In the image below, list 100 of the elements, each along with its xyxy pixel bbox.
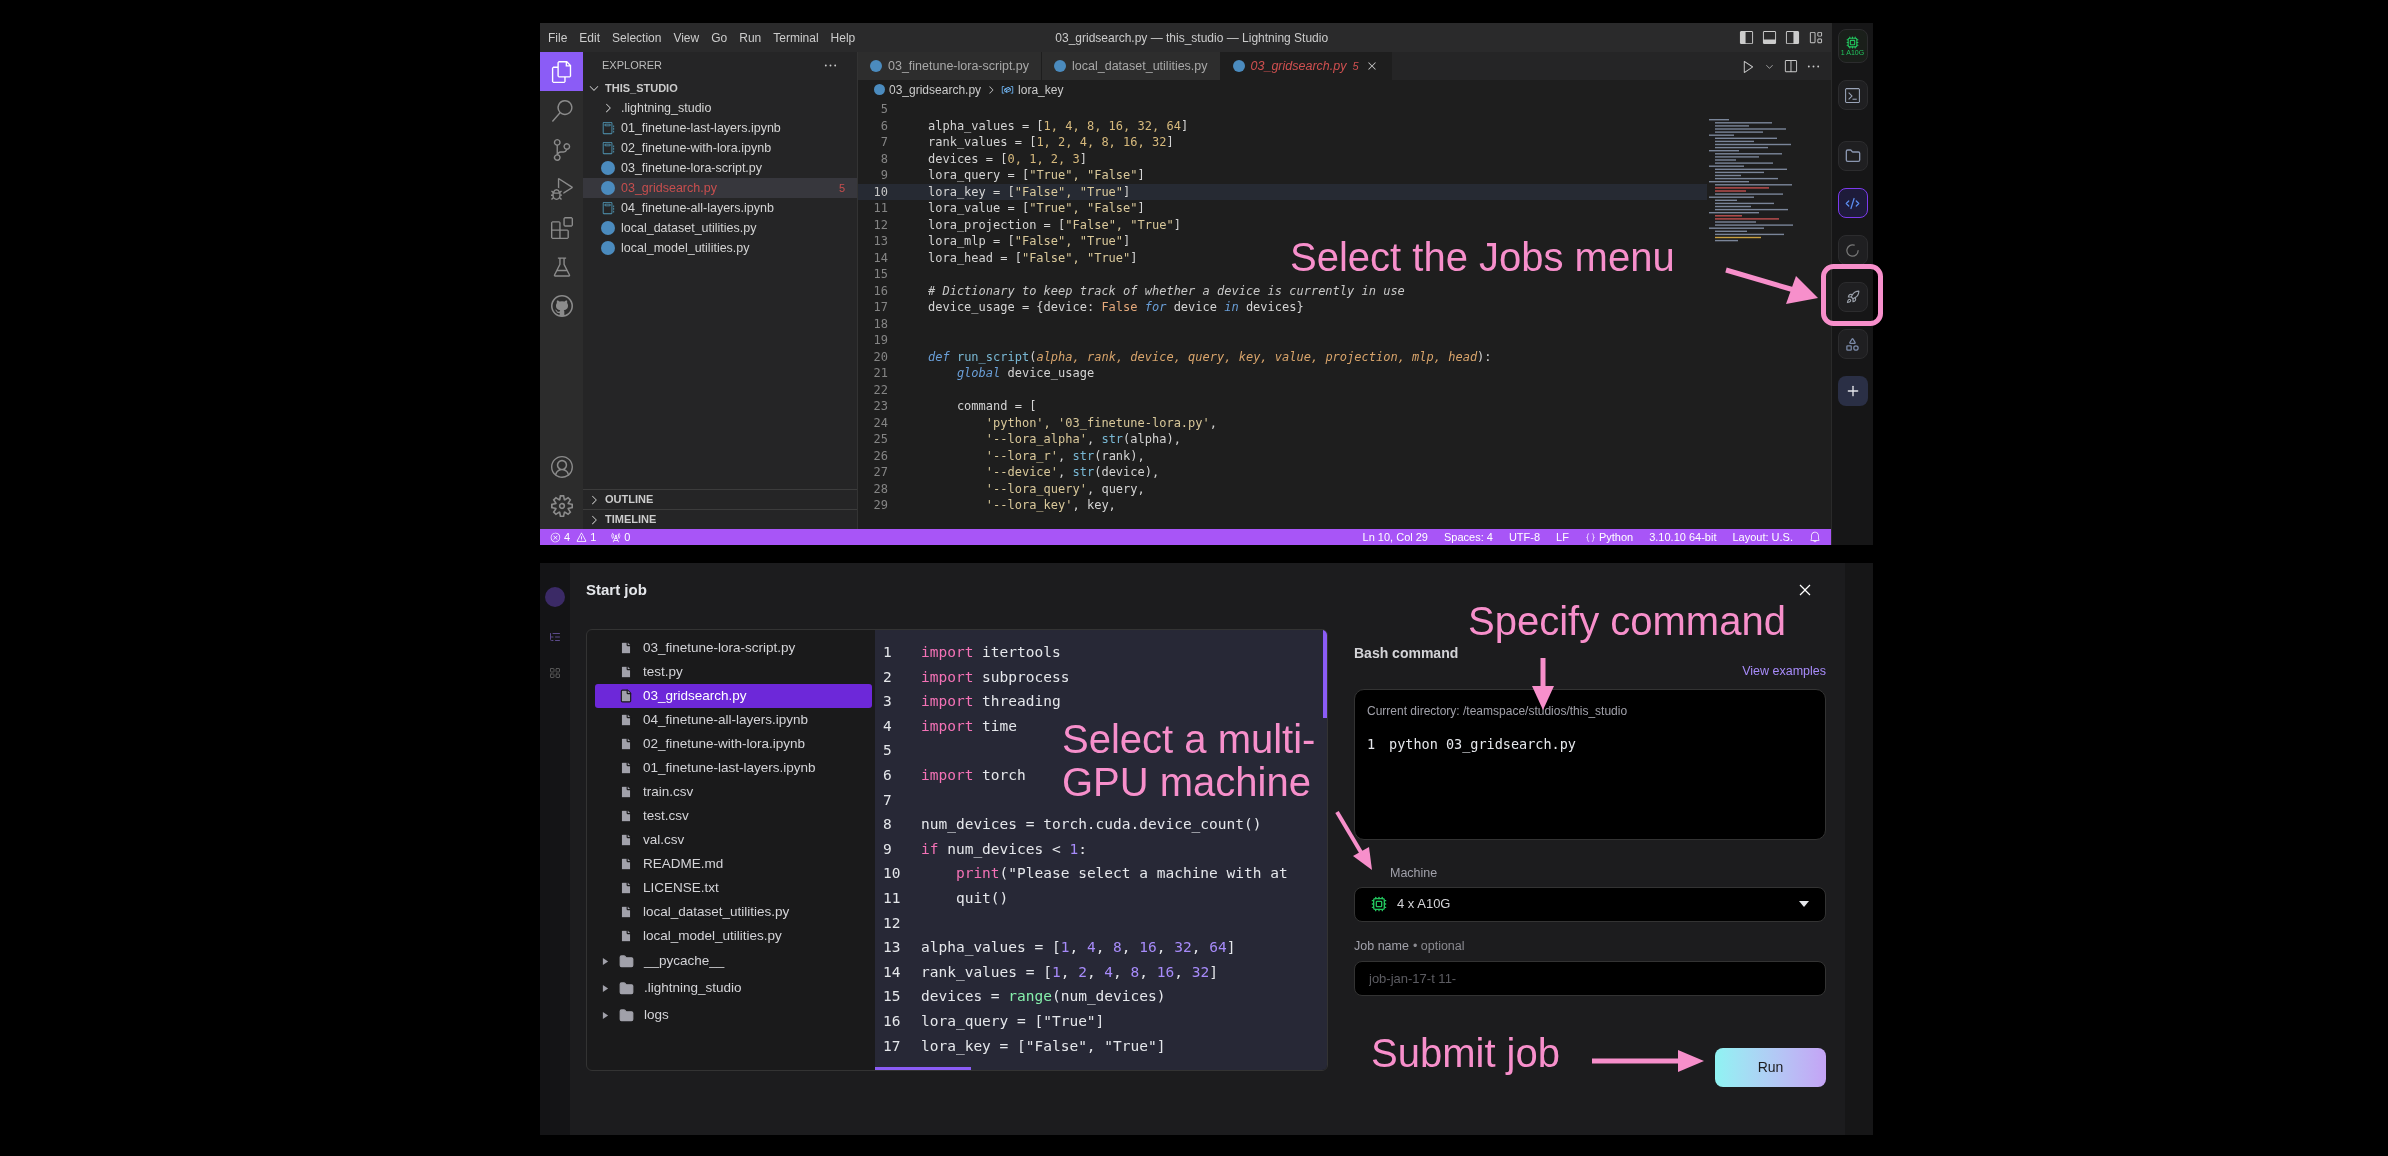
file-list-entry[interactable]: __pycache__ bbox=[595, 948, 872, 975]
code-line: 'python', '03_finetune-lora.py', bbox=[984, 414, 1217, 431]
bell-icon[interactable] bbox=[1809, 531, 1821, 543]
annotation-text: Select a multi- GPU machine bbox=[1062, 718, 1316, 804]
menu-item[interactable]: Help bbox=[830, 28, 856, 47]
file-list-entry[interactable]: .lightning_studio bbox=[595, 975, 872, 1002]
code-line: '--lora_alpha', str(alpha), bbox=[984, 431, 1181, 448]
file-list-entry[interactable]: 01_finetune-last-layers.ipynb bbox=[595, 756, 872, 780]
file-list-entry[interactable]: 04_finetune-all-layers.ipynb bbox=[595, 708, 872, 732]
code-line: print("Please select a machine with at bbox=[954, 864, 1288, 884]
jobs-button[interactable] bbox=[1837, 282, 1868, 312]
file-list-entry[interactable]: README.md bbox=[595, 852, 872, 876]
file-list-entry[interactable]: LICENSE.txt bbox=[595, 876, 872, 900]
settings-icon bbox=[550, 494, 573, 517]
section-header[interactable]: OUTLINE bbox=[583, 489, 857, 509]
line-number: 14 bbox=[882, 962, 902, 982]
cat-logo-icon bbox=[550, 294, 573, 317]
file-list-entry[interactable]: local_model_utilities.py bbox=[595, 924, 872, 948]
terminal-icon bbox=[1844, 86, 1861, 104]
list-icon bbox=[549, 631, 561, 643]
panel-toggle-icon[interactable] bbox=[1762, 30, 1777, 45]
line-number: 6 bbox=[882, 765, 893, 785]
menu-item[interactable]: Go bbox=[711, 28, 728, 47]
status-item[interactable]: LF bbox=[1556, 528, 1569, 545]
tree-item[interactable]: local_model_utilities.py bbox=[583, 238, 857, 258]
code-line: command = [ bbox=[955, 398, 1037, 415]
caret-icon bbox=[602, 958, 609, 965]
model-button[interactable] bbox=[1837, 329, 1868, 359]
file-list-entry[interactable]: local_dataset_utilities.py bbox=[595, 900, 872, 924]
menu-item[interactable]: Selection bbox=[612, 28, 662, 47]
annotation-text: Select the Jobs menu bbox=[1290, 236, 1675, 279]
error-count[interactable]: 4 bbox=[564, 528, 571, 545]
menu-item[interactable]: Terminal bbox=[773, 28, 819, 47]
status-item[interactable]: Layout: U.S. bbox=[1732, 528, 1793, 545]
tree-item[interactable]: 01_finetune-last-layers.ipynb bbox=[583, 118, 857, 138]
editor-tab[interactable]: local_dataset_utilities.py bbox=[1042, 52, 1221, 80]
menu-item[interactable]: View bbox=[673, 28, 700, 47]
menu-item[interactable]: File bbox=[548, 28, 568, 47]
tree-item[interactable]: .lightning_studio bbox=[583, 98, 857, 118]
warning-count[interactable]: 1 bbox=[590, 528, 597, 545]
activity-button[interactable] bbox=[540, 52, 583, 91]
tree-item[interactable]: THIS_STUDIO bbox=[583, 78, 857, 98]
run-button[interactable]: Run bbox=[1715, 1048, 1826, 1088]
menu-item[interactable]: Edit bbox=[579, 28, 601, 47]
menu-item[interactable]: Run bbox=[739, 28, 762, 47]
line-number: 1 bbox=[882, 643, 893, 662]
code-line: lora_query = ["True", "False"] bbox=[927, 167, 1145, 184]
file-list-entry[interactable]: logs bbox=[595, 1002, 872, 1029]
file-list-entry[interactable]: train.csv bbox=[595, 780, 872, 804]
sidebar-toggle-icon[interactable] bbox=[1739, 30, 1754, 45]
tree-item[interactable]: 02_finetune-with-lora.ipynb bbox=[583, 138, 857, 158]
secondary-sidebar-icon[interactable] bbox=[1785, 30, 1800, 45]
layout-icon[interactable] bbox=[1808, 30, 1823, 45]
line-number: 1 bbox=[1367, 734, 1377, 754]
file-list-entry[interactable]: 03_finetune-lora-script.py bbox=[595, 636, 872, 660]
status-item[interactable]: Python bbox=[1598, 528, 1634, 545]
file-icon bbox=[619, 929, 633, 943]
line-number: 19 bbox=[872, 332, 889, 349]
file-list-entry[interactable]: test.csv bbox=[595, 804, 872, 828]
loader-button[interactable] bbox=[1837, 235, 1868, 265]
breadcrumb-item[interactable]: lora_key bbox=[1018, 80, 1064, 99]
search-icon bbox=[550, 99, 573, 122]
editor-tab[interactable]: 03_gridsearch.py 5 bbox=[1220, 52, 1392, 80]
file-list-entry[interactable]: test.py bbox=[595, 660, 872, 684]
dropdown-caret-icon bbox=[1799, 901, 1809, 907]
status-item[interactable]: Ln 10, Col 29 bbox=[1362, 528, 1428, 545]
arrow bbox=[1334, 810, 1374, 872]
run-icon[interactable] bbox=[1741, 58, 1756, 74]
file-icon bbox=[619, 881, 633, 895]
status-item[interactable]: UTF-8 bbox=[1508, 528, 1541, 545]
machine-dropdown[interactable]: 4 x A10G bbox=[1354, 886, 1826, 922]
file-list-entry[interactable]: 02_finetune-with-lora.ipynb bbox=[595, 732, 872, 756]
editor-tab[interactable]: 03_finetune-lora-script.py bbox=[858, 52, 1043, 80]
split-editor-icon[interactable] bbox=[1783, 58, 1798, 74]
terminal-button[interactable] bbox=[1837, 80, 1868, 110]
tree-item[interactable]: 03_finetune-lora-script.py bbox=[583, 158, 857, 178]
tree-item[interactable]: 04_finetune-all-layers.ipynb bbox=[583, 198, 857, 218]
command-editor[interactable]: Current directory: /teamspace/studios/this_studio 1 python 03_gridsearch.py bbox=[1354, 688, 1826, 840]
field-hint: • optional bbox=[1412, 937, 1465, 955]
code-line: lora_mlp = ["False", "True"] bbox=[927, 233, 1131, 250]
folder-button[interactable] bbox=[1837, 141, 1868, 171]
view-examples-link[interactable]: View examples bbox=[1742, 662, 1826, 681]
code-editor-button[interactable] bbox=[1837, 188, 1868, 218]
job-name-field[interactable]: job-jan-17-t 11- bbox=[1354, 961, 1826, 997]
file-list-entry[interactable]: 03_gridsearch.py bbox=[595, 684, 872, 708]
account-icon bbox=[550, 455, 573, 478]
code-line: '--lora_key', key, bbox=[984, 497, 1116, 514]
field-label: Machine bbox=[1390, 864, 1439, 882]
variable-icon bbox=[1001, 83, 1015, 96]
breadcrumb-item[interactable]: 03_gridsearch.py bbox=[889, 80, 982, 99]
tree-item[interactable]: local_dataset_utilities.py bbox=[583, 218, 857, 238]
add-button[interactable] bbox=[1837, 376, 1868, 406]
status-item[interactable]: Spaces: 4 bbox=[1444, 528, 1493, 545]
ports-count[interactable]: 0 bbox=[624, 528, 631, 545]
python-file-icon bbox=[601, 241, 615, 255]
line-number: 28 bbox=[872, 480, 889, 497]
file-list-entry[interactable]: val.csv bbox=[595, 828, 872, 852]
status-item[interactable]: 3.10.10 64-bit bbox=[1649, 528, 1717, 545]
line-number: 14 bbox=[872, 249, 889, 266]
grid-icon bbox=[549, 667, 561, 679]
